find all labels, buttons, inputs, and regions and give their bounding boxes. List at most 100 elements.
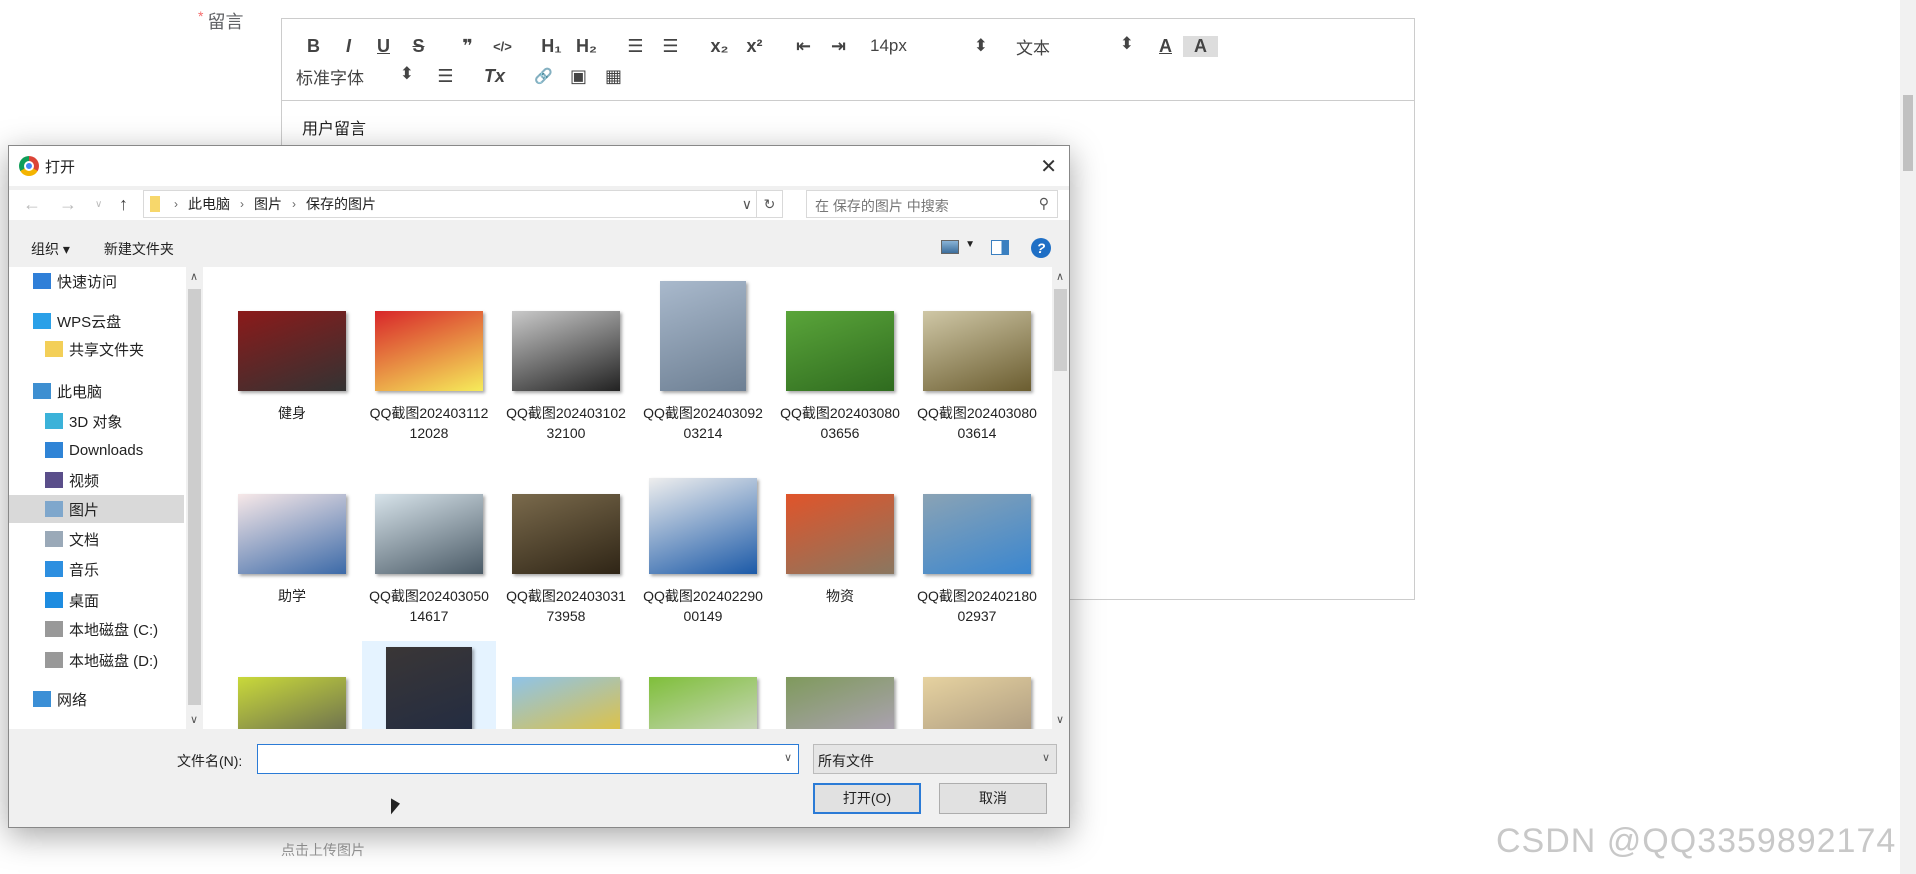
- file-item[interactable]: QQ截图20240309203214: [636, 275, 770, 443]
- page-scrollbar-thumb[interactable]: [1903, 95, 1913, 171]
- recent-dropdown-icon[interactable]: ∨: [95, 199, 102, 210]
- up-arrow-icon[interactable]: ↑: [119, 194, 128, 215]
- nav-item[interactable]: 本地磁盘 (C:): [9, 615, 184, 643]
- nav-item[interactable]: 3D 对象: [9, 407, 184, 435]
- file-item[interactable]: 健身: [225, 275, 359, 423]
- file-item[interactable]: [910, 641, 1044, 729]
- clean-format-button[interactable]: Tx: [477, 66, 512, 87]
- nav-item[interactable]: 文档: [9, 525, 184, 553]
- message-field-label: * 留言: [198, 8, 244, 32]
- ordered-list-button[interactable]: ☰: [618, 36, 653, 57]
- file-item[interactable]: QQ截图20240308003656: [773, 275, 907, 443]
- bold-button[interactable]: B: [296, 36, 331, 57]
- file-item[interactable]: QQ截图20240311212028: [362, 275, 496, 443]
- network-icon: [33, 691, 51, 707]
- font-color-button[interactable]: A: [1148, 36, 1183, 57]
- superscript-button[interactable]: x²: [737, 36, 772, 57]
- file-item[interactable]: QQ截图20240308003614: [910, 275, 1044, 443]
- file-item[interactable]: 物资: [773, 458, 907, 606]
- dialog-titlebar: 打开 ✕: [9, 146, 1069, 186]
- change-view-icon[interactable]: [941, 240, 959, 254]
- nav-item-label: 共享文件夹: [69, 341, 145, 359]
- file-item[interactable]: [499, 641, 633, 729]
- file-item[interactable]: QQ截图20240305014617: [362, 458, 496, 626]
- bullet-list-button[interactable]: ☰: [653, 36, 688, 57]
- code-block-button[interactable]: </>: [485, 39, 520, 54]
- nav-item[interactable]: 视频: [9, 466, 184, 494]
- nav-item[interactable]: Downloads: [9, 436, 184, 464]
- align-button[interactable]: ☰: [428, 66, 463, 87]
- nav-item[interactable]: 图片: [9, 495, 184, 523]
- file-name: QQ截图20240308003614: [917, 405, 1037, 441]
- help-button[interactable]: ?: [1031, 238, 1051, 258]
- underline-button[interactable]: U: [366, 36, 401, 57]
- nav-item-label: 网络: [57, 691, 88, 709]
- nav-item[interactable]: WPS云盘: [9, 307, 184, 335]
- file-type-select[interactable]: 所有文件 ∨: [813, 744, 1057, 774]
- nav-item[interactable]: 此电脑: [9, 377, 184, 405]
- italic-button[interactable]: I: [331, 36, 366, 57]
- nav-item[interactable]: 音乐: [9, 555, 184, 583]
- upload-image-hint[interactable]: 点击上传图片: [281, 840, 365, 860]
- file-item[interactable]: QQ截图20240310232100: [499, 275, 633, 443]
- nav-item[interactable]: 本地磁盘 (D:): [9, 646, 184, 674]
- caret-down-icon[interactable]: ▼: [965, 239, 975, 250]
- film-icon: [45, 472, 63, 488]
- forward-arrow-icon[interactable]: →: [59, 194, 77, 215]
- breadcrumb-item[interactable]: 此电脑: [188, 194, 230, 214]
- breadcrumb-item[interactable]: 保存的图片: [306, 194, 376, 214]
- file-item[interactable]: [773, 641, 907, 729]
- address-bar[interactable]: › 此电脑 › 图片 › 保存的图片 ∨ ↻: [143, 190, 783, 218]
- cancel-button[interactable]: 取消: [939, 783, 1047, 814]
- file-item[interactable]: [225, 641, 359, 729]
- nav-item[interactable]: 网络: [9, 685, 184, 713]
- file-item[interactable]: [636, 641, 770, 729]
- nav-item-label: 文档: [69, 531, 100, 549]
- file-grid-scrollbar[interactable]: ∧ ∨: [1052, 267, 1069, 729]
- nav-item[interactable]: 快速访问: [9, 267, 184, 295]
- preview-pane-icon[interactable]: [991, 240, 1009, 255]
- file-thumbnail: [923, 311, 1031, 391]
- search-input[interactable]: 在 保存的图片 中搜索 ⚲: [806, 190, 1058, 218]
- font-family-select[interactable]: 标准字体 ⬍: [296, 64, 414, 89]
- paragraph-select[interactable]: 文本 ⬍: [1016, 34, 1134, 59]
- file-thumbnail: [375, 311, 483, 391]
- navigation-pane: ∧ ∨ 快速访问 WPS云盘共享文件夹此电脑 3D 对象 Downloads 视频 图片文档…: [9, 267, 203, 729]
- open-button[interactable]: 打开(O): [813, 783, 921, 814]
- indent-button[interactable]: ⇥: [821, 36, 856, 57]
- file-item[interactable]: QQ截图20240303173958: [499, 458, 633, 626]
- header2-button[interactable]: H₂: [569, 36, 604, 57]
- organize-menu[interactable]: 组织 ▾: [31, 239, 70, 259]
- file-item[interactable]: [362, 641, 496, 729]
- new-folder-button[interactable]: 新建文件夹: [104, 239, 174, 259]
- back-arrow-icon[interactable]: ←: [23, 194, 41, 215]
- file-name: 健身: [278, 405, 306, 421]
- chevron-down-icon: ∨: [1041, 752, 1050, 764]
- nav-item[interactable]: 桌面: [9, 586, 184, 614]
- filename-input[interactable]: ∨: [257, 744, 799, 774]
- subscript-button[interactable]: x₂: [702, 36, 737, 57]
- file-item[interactable]: QQ截图20240229000149: [636, 458, 770, 626]
- outdent-button[interactable]: ⇤: [786, 36, 821, 57]
- file-name: 物资: [826, 588, 854, 604]
- strike-button[interactable]: S: [401, 36, 436, 57]
- header1-button[interactable]: H₁: [534, 36, 569, 57]
- close-button[interactable]: ✕: [1040, 154, 1057, 179]
- blockquote-button[interactable]: ❞: [450, 36, 485, 57]
- link-button[interactable]: 🔗: [526, 67, 561, 85]
- background-color-button[interactable]: A: [1183, 35, 1218, 57]
- chevron-down-icon[interactable]: ∨: [784, 751, 792, 764]
- breadcrumb-item[interactable]: 图片: [254, 194, 282, 214]
- nav-item-label: Downloads: [69, 441, 144, 459]
- refresh-icon[interactable]: ↻: [756, 191, 782, 217]
- nav-scrollbar[interactable]: ∧ ∨: [186, 267, 203, 729]
- font-size-select[interactable]: 14px ⬍: [870, 36, 988, 56]
- file-item[interactable]: 助学: [225, 458, 359, 606]
- nav-item-label: 快速访问: [57, 273, 118, 291]
- file-item[interactable]: QQ截图20240218002937: [910, 458, 1044, 626]
- chevron-down-icon[interactable]: ∨: [742, 196, 752, 213]
- video-button[interactable]: ▦: [596, 66, 631, 87]
- nav-item[interactable]: 共享文件夹: [9, 335, 184, 363]
- image-button[interactable]: ▣: [561, 66, 596, 87]
- shared-folder-icon: [45, 341, 63, 357]
